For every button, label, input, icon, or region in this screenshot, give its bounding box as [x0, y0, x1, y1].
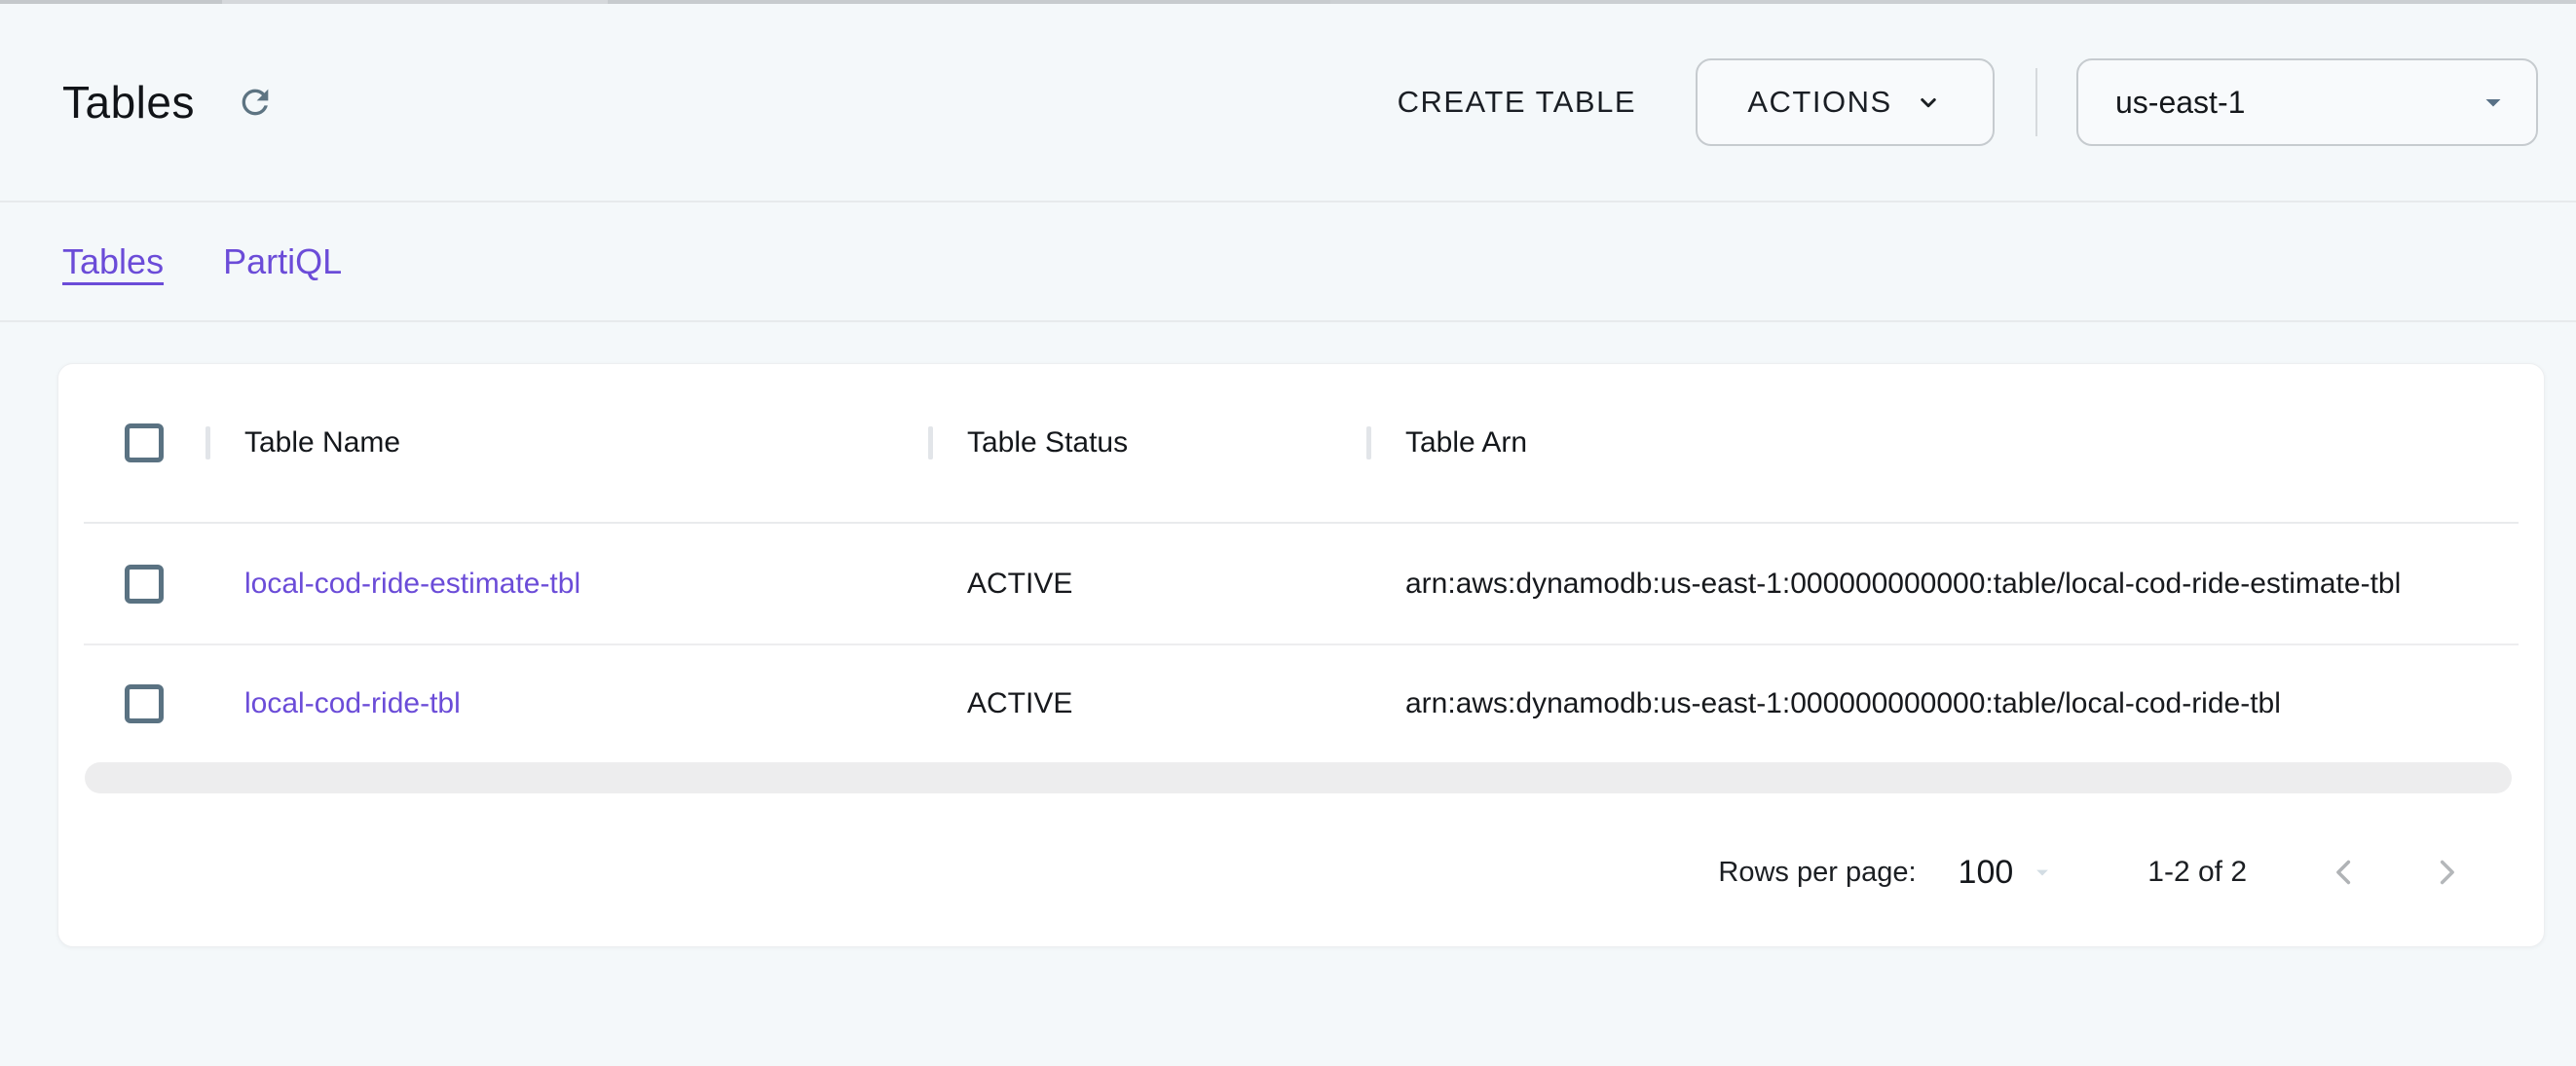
chevron-left-icon — [2324, 852, 2365, 893]
tab-partiql[interactable]: PartiQL — [223, 241, 342, 282]
horizontal-scrollbar[interactable] — [85, 762, 2512, 793]
view-tabs: Tables PartiQL — [0, 201, 2576, 322]
region-select-value: us-east-1 — [2115, 85, 2245, 121]
column-header-table-arn: Table Arn — [1366, 426, 2519, 459]
previous-page-button[interactable] — [2321, 849, 2368, 896]
table-name-cell: local-cod-ride-tbl — [205, 687, 928, 720]
column-header-table-status: Table Status — [928, 426, 1366, 459]
rows-per-page-value: 100 — [1959, 854, 2014, 892]
refresh-button[interactable] — [234, 81, 277, 124]
table-header-row: Table Name Table Status Table Arn — [84, 364, 2519, 524]
tab-tables[interactable]: Tables — [62, 241, 164, 282]
pagination-range-label: 1-2 of 2 — [2147, 856, 2247, 889]
create-table-button[interactable]: CREATE TABLE — [1384, 75, 1650, 129]
region-select[interactable]: us-east-1 — [2076, 58, 2538, 146]
row-checkbox-cell — [84, 684, 205, 723]
page-title: Tables — [62, 76, 195, 129]
chevron-right-icon — [2426, 852, 2467, 893]
header-actions-group: CREATE TABLE ACTIONS us-east-1 — [1384, 58, 2538, 146]
next-page-button[interactable] — [2423, 849, 2470, 896]
header-divider — [2035, 68, 2037, 136]
actions-button-label: ACTIONS — [1747, 85, 1891, 120]
table-name-link[interactable]: local-cod-ride-estimate-tbl — [244, 568, 580, 600]
table-status-cell: ACTIVE — [928, 687, 1366, 720]
row-checkbox[interactable] — [125, 565, 164, 604]
tables-card: Table Name Table Status Table Arn local-… — [57, 363, 2545, 947]
dropdown-arrow-icon — [2029, 859, 2056, 886]
row-checkbox-cell — [84, 565, 205, 604]
row-checkbox[interactable] — [125, 684, 164, 723]
table-status-cell: ACTIVE — [928, 568, 1366, 601]
rows-per-page-label: Rows per page: — [1718, 857, 1916, 889]
table-arn-cell: arn:aws:dynamodb:us-east-1:000000000000:… — [1366, 687, 2519, 720]
actions-dropdown-button[interactable]: ACTIONS — [1696, 58, 1995, 146]
select-all-checkbox[interactable] — [125, 423, 164, 462]
table-name-link[interactable]: local-cod-ride-tbl — [244, 687, 461, 719]
table-name-cell: local-cod-ride-estimate-tbl — [205, 568, 928, 601]
chevron-down-icon — [1914, 88, 1943, 117]
rows-per-page-select[interactable]: 100 — [1959, 854, 2057, 892]
pagination-bar: Rows per page: 100 1-2 of 2 — [84, 809, 2519, 936]
column-header-table-name: Table Name — [205, 426, 928, 459]
table-row: local-cod-ride-estimate-tbl ACTIVE arn:a… — [84, 524, 2519, 645]
tables-page: Tables CREATE TABLE ACTIONS us-east — [0, 0, 2576, 1066]
table-row: local-cod-ride-tbl ACTIVE arn:aws:dynamo… — [84, 645, 2519, 762]
page-header: Tables CREATE TABLE ACTIONS us-east — [0, 4, 2576, 201]
table-arn-cell: arn:aws:dynamodb:us-east-1:000000000000:… — [1366, 568, 2519, 601]
refresh-icon — [236, 83, 275, 122]
tables-table: Table Name Table Status Table Arn local-… — [84, 364, 2519, 936]
select-all-cell — [84, 423, 205, 462]
